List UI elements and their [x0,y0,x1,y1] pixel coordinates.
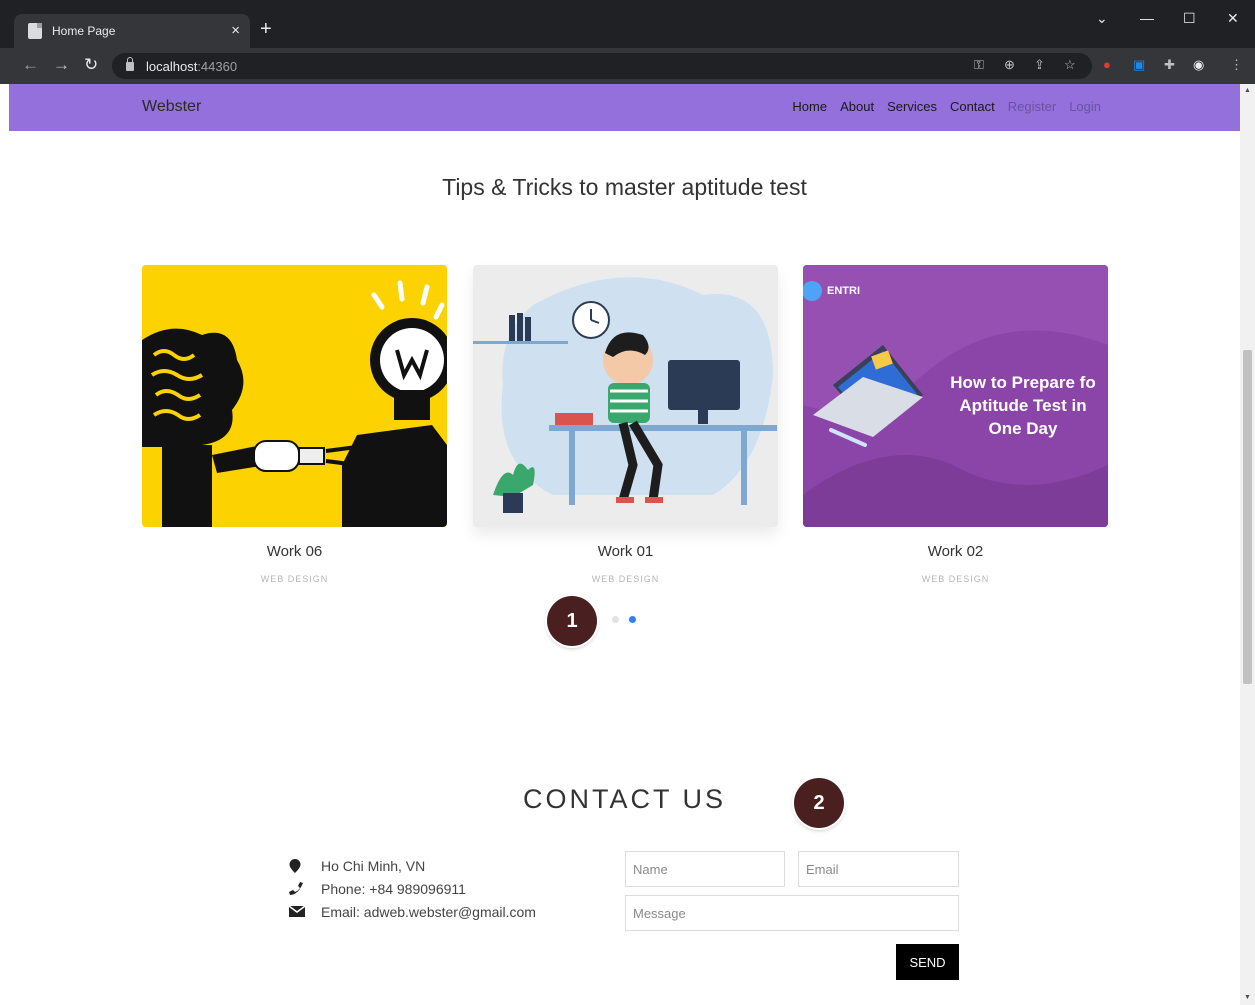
contact-info: Ho Chi Minh, VN Phone: +84 989096911 Ema… [289,854,536,923]
page-icon [28,23,42,39]
nav-register[interactable]: Register [1008,99,1056,114]
phone-icon [289,881,321,896]
new-tab-button[interactable]: + [260,18,272,41]
card-category: WEB DESIGN [921,574,990,584]
browser-toolbar: ← → ↻ localhost:44360 ⚿ ⊕ ⇪ ☆ ● ▣ ✚ ◉ ⋮ [0,48,1255,84]
scroll-up-arrow-icon[interactable]: ▲ [1244,87,1251,94]
email-text[interactable]: Email: adweb.webster@gmail.com [321,904,536,920]
share-icon[interactable]: ⇪ [1034,57,1045,73]
web-page: Webster Home About Services Contact Regi… [9,84,1240,1005]
tab-search-icon[interactable]: ⌄ [1096,10,1108,27]
card-category: WEB DESIGN [260,574,329,584]
carousel-dots [612,616,636,623]
scroll-down-arrow-icon[interactable]: ▼ [1244,994,1251,1001]
extension-shield-icon[interactable]: ● [1103,57,1111,72]
card-category: WEB DESIGN [591,574,660,584]
extension-icon[interactable]: ▣ [1133,57,1145,73]
phone-row: Phone: +84 989096911 [289,877,536,900]
brand-logo[interactable]: Webster [142,98,201,116]
forward-icon[interactable]: → [53,55,70,75]
reload-icon[interactable]: ↻ [84,55,98,75]
phone-text: Phone: +84 989096911 [321,880,466,897]
site-navbar: Webster Home About Services Contact Regi… [9,84,1240,131]
nav-services[interactable]: Services [887,99,937,114]
close-tab-icon[interactable]: × [231,22,240,39]
message-input[interactable]: Message [625,895,959,931]
nav-menu: Home About Services Contact Register Log… [792,99,1101,114]
scrollbar-thumb[interactable] [1243,350,1252,684]
map-marker-icon [289,858,321,873]
minimize-button[interactable]: — [1140,10,1154,26]
nav-home[interactable]: Home [792,99,827,114]
browser-tab[interactable]: Home Page × [14,14,250,48]
portfolio-card-image[interactable] [473,265,778,527]
menu-dots-icon[interactable]: ⋮ [1230,57,1243,73]
address-bar[interactable]: localhost:44360 [112,53,1092,79]
entri-brand-text: ENTRI [827,285,860,297]
zoom-icon[interactable]: ⊕ [1004,57,1015,73]
url-port: :44360 [197,58,238,74]
name-input[interactable]: Name [625,851,785,887]
lock-icon [126,56,134,71]
bookmark-star-icon[interactable]: ☆ [1064,57,1076,73]
carousel-dot[interactable] [612,616,619,623]
back-icon[interactable]: ← [22,55,39,75]
envelope-icon [289,906,321,917]
annotation-badge-1: 1 [547,596,597,646]
extensions-puzzle-icon[interactable]: ✚ [1164,57,1175,73]
address-text: Ho Chi Minh, VN [321,857,426,874]
promo-headline-line: One Day [988,419,1058,438]
brain-plug-illustration [142,265,447,527]
url-host: localhost [146,58,198,74]
portfolio-card-image[interactable] [142,265,447,527]
page-scrollbar[interactable]: ▲ ▼ [1240,84,1255,1005]
promo-headline-line: How to Prepare fo [950,373,1096,392]
carousel-dot-active[interactable] [629,616,636,623]
boy-computer-illustration [473,265,778,527]
promo-headline: How to Prepare fo Aptitude Test in One D… [933,371,1108,440]
nav-about[interactable]: About [840,99,874,114]
portfolio-card-image[interactable]: ENTRI How to Prepare fo Aptitude Test in… [803,265,1108,527]
email-row: Email: adweb.webster@gmail.com [289,900,536,923]
contact-title: CONTACT US [522,784,726,814]
promo-headline-line: Aptitude Test in [959,396,1087,415]
key-icon[interactable]: ⚿ [974,57,984,73]
profile-avatar-icon[interactable]: ◉ [1193,57,1204,73]
address-row: Ho Chi Minh, VN [289,854,536,877]
card-title[interactable]: Work 01 [473,543,778,560]
annotation-badge-2: 2 [794,778,844,828]
tab-title: Home Page [52,24,116,38]
browser-tab-bar: Home Page × + ⌄ — ☐ ✕ [0,0,1255,48]
send-button[interactable]: SEND [896,944,959,980]
card-title[interactable]: Work 02 [803,543,1108,560]
maximize-button[interactable]: ☐ [1183,10,1196,27]
nav-contact[interactable]: Contact [950,99,995,114]
card-title[interactable]: Work 06 [142,543,447,560]
email-input[interactable]: Email [798,851,959,887]
portfolio-title: Tips & Tricks to master aptitude test [442,174,807,200]
nav-login[interactable]: Login [1069,99,1101,114]
close-window-button[interactable]: ✕ [1227,10,1239,27]
